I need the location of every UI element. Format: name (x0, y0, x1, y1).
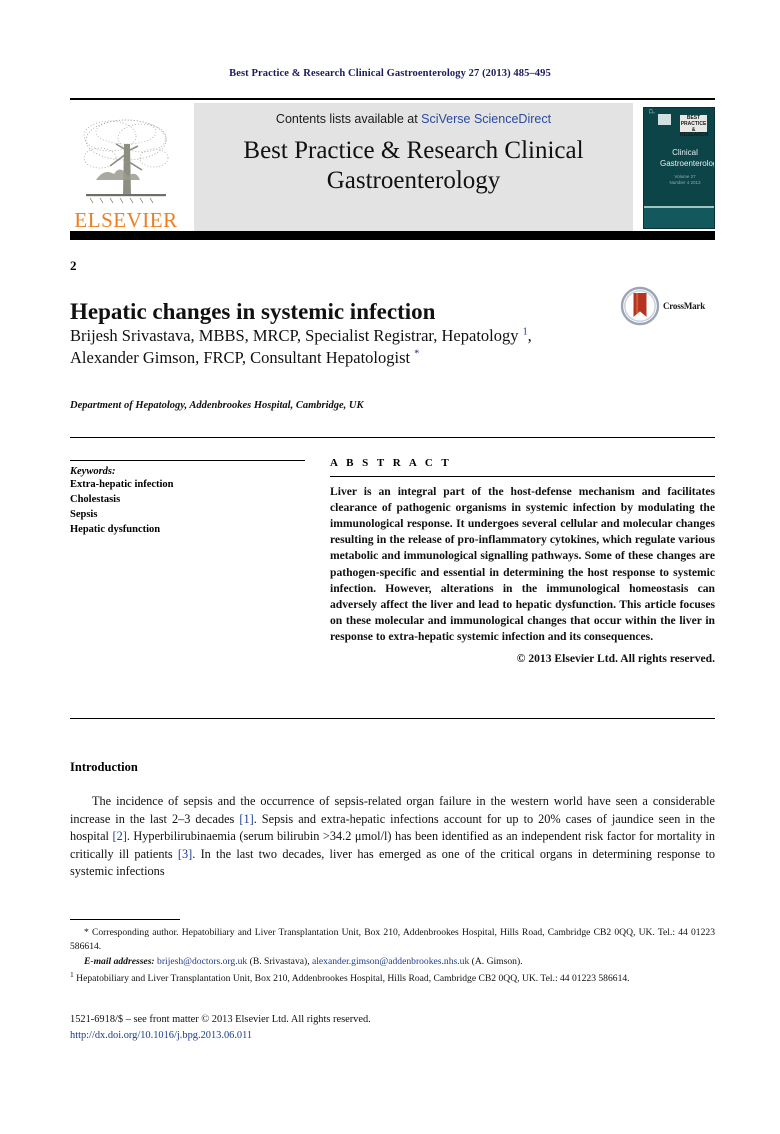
author-list: Brijesh Srivastava, MBBS, MRCP, Speciali… (70, 326, 532, 368)
footnote-separator (70, 919, 180, 920)
abstract-body: Liver is an integral part of the host-de… (330, 485, 715, 643)
abstract-top-rule (70, 437, 715, 438)
abstract-bottom-rule (70, 718, 715, 719)
journal-title-line-1: Best Practice & Research Clinical (243, 137, 584, 164)
affiliation: Department of Hepatology, Addenbrookes H… (70, 400, 364, 411)
article-number: 2 (70, 258, 77, 273)
email-owner-2: (A. Gimson). (471, 955, 523, 967)
cover-bottom-band (644, 206, 714, 228)
crossmark-badge[interactable]: CrossMark (620, 285, 716, 327)
cover-subtitle: Volume 27 Number 4 2013 (660, 174, 710, 187)
cover-publisher-mark-icon (658, 114, 671, 125)
citation-reference[interactable]: [1] (239, 812, 253, 826)
journal-title: Best Practice & Research Clinical Gastro… (235, 136, 591, 195)
journal-masthead: ELSEVIER Contents lists available at Sci… (70, 98, 715, 233)
keyword-item: Cholestasis (70, 493, 121, 505)
issn-line: 1521-6918/$ – see front matter © 2013 El… (70, 1014, 371, 1025)
doi-link[interactable]: http://dx.doi.org/10.1016/j.bpg.2013.06.… (70, 1028, 715, 1044)
contents-available-line: Contents lists available at SciVerse Sci… (276, 112, 551, 126)
author-footnote-marker-1[interactable]: 1 (523, 327, 528, 338)
article-page: Best Practice & Research Clinical Gastro… (0, 0, 780, 1134)
footnote-corresponding-author: * Corresponding author. Hepatobiliary an… (70, 927, 715, 953)
crossmark-badge-icon (620, 286, 660, 326)
keywords-block: Keywords: Extra-hepatic infection Choles… (70, 460, 305, 538)
email-link-2[interactable]: alexander.gimson@addenbrookes.nhs.uk (312, 956, 469, 967)
journal-title-line-2: Gastroenterology (326, 166, 501, 194)
introduction-paragraph: The incidence of sepsis and the occurren… (70, 793, 715, 881)
email-owner-1: (B. Srivastava), (249, 955, 310, 967)
elsevier-logo: ELSEVIER (70, 103, 182, 233)
elsevier-tree-icon (76, 114, 176, 210)
keywords-rule (70, 460, 305, 461)
masthead-black-bar (70, 231, 715, 240)
citation-reference[interactable]: [3] (178, 847, 192, 861)
footer-block: 1521-6918/$ – see front matter © 2013 El… (70, 1012, 715, 1043)
cover-best-badge: BEST PRACTICE & RESEARCH (680, 115, 709, 139)
keyword-item: Sepsis (70, 508, 98, 520)
footnote-emails: E-mail addresses: brijesh@doctors.org.uk… (70, 955, 715, 969)
footnote-affiliation-1: 1 Hepatobiliary and Liver Transplantatio… (70, 969, 715, 987)
journal-cover-thumbnail: BEST PRACTICE & RESEARCH PRACTICE & RESE… (643, 107, 715, 229)
email-link-1[interactable]: brijesh@doctors.org.uk (157, 956, 247, 967)
abstract-rule (330, 476, 715, 477)
footnotes-block: * Corresponding author. Hepatobiliary an… (70, 926, 715, 987)
sciencedirect-link[interactable]: SciVerse ScienceDirect (421, 112, 551, 126)
cover-title-line-2: Gastroenterology (660, 158, 714, 168)
footnote-affiliation-1-text: Hepatobiliary and Liver Transplantation … (76, 973, 630, 985)
email-addresses-label: E-mail addresses: (84, 955, 155, 967)
keyword-item: Extra-hepatic infection (70, 479, 174, 490)
abstract-block: A B S T R A C T Liver is an integral par… (330, 457, 715, 665)
crossmark-label: CrossMark (663, 301, 706, 311)
cover-title: Clinical Gastroenterology (660, 148, 714, 170)
contents-prefix: Contents lists available at (275, 112, 422, 126)
footnote-marker-1: 1 (70, 970, 74, 980)
abstract-copyright: © 2013 Elsevier Ltd. All rights reserved… (516, 652, 715, 666)
cover-side-text: PRACTICE & RESEARCH (647, 108, 657, 114)
section-heading-introduction: Introduction (70, 760, 138, 774)
cover-title-line-1: Clinical (672, 148, 698, 157)
cover-sub-line-2: Number 4 2013 (669, 180, 701, 186)
keywords-heading: Keywords: (70, 466, 116, 477)
page-title: Hepatic changes in systemic infection (70, 299, 436, 325)
keyword-item: Hepatic dysfunction (70, 523, 161, 535)
citation-reference[interactable]: [2] (112, 829, 126, 843)
elsevier-wordmark: ELSEVIER (74, 208, 178, 232)
running-head: Best Practice & Research Clinical Gastro… (229, 68, 551, 79)
sciencedirect-banner: Contents lists available at SciVerse Sci… (194, 103, 633, 233)
corresponding-author-marker[interactable]: * (414, 349, 419, 360)
abstract-heading: A B S T R A C T (330, 457, 452, 469)
